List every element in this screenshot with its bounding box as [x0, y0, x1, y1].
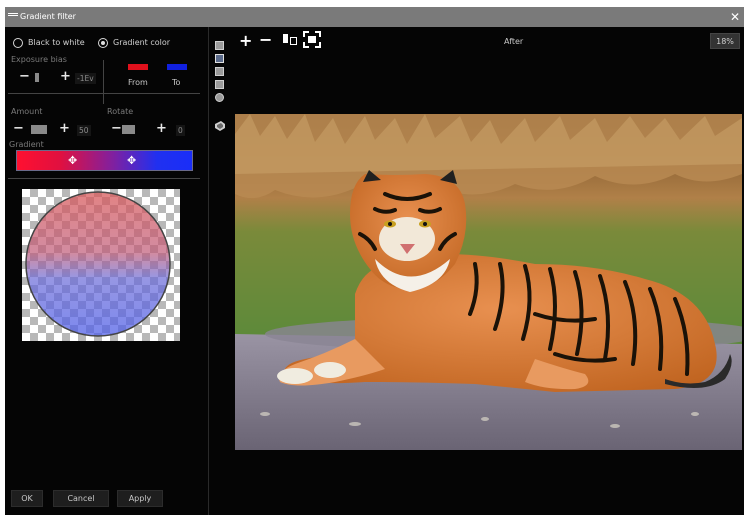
apply-button[interactable]: Apply: [117, 490, 163, 507]
rotate-label: Rotate: [107, 107, 134, 116]
zoom-in-icon[interactable]: +: [239, 31, 252, 50]
rotate-minus-button[interactable]: −: [111, 122, 122, 135]
gradient-label: Gradient: [9, 140, 44, 149]
amount-label: Amount: [11, 107, 43, 116]
exposure-value[interactable]: -1Ev: [75, 73, 96, 84]
view-mode-1-icon[interactable]: [215, 41, 224, 50]
amount-minus-button[interactable]: −: [13, 122, 24, 135]
radio-circle-selected: [98, 37, 108, 48]
divider: [103, 60, 104, 104]
rotate-plus-button[interactable]: +: [156, 122, 167, 135]
tiger-image: [235, 114, 742, 450]
image-view: + − After 18%: [229, 27, 744, 515]
radio-black-to-white[interactable]: Black to white: [13, 37, 85, 48]
stamp-icon[interactable]: [214, 120, 226, 132]
zoom-level[interactable]: 18%: [710, 33, 740, 49]
divider: [8, 93, 200, 94]
actual-size-icon[interactable]: [282, 32, 298, 47]
exposure-slider[interactable]: [35, 73, 39, 82]
amount-slider[interactable]: [31, 125, 47, 134]
view-mode-3-icon[interactable]: [215, 67, 224, 76]
radio-label: Gradient color: [113, 38, 171, 47]
gradient-stop-from-handle[interactable]: ✥: [68, 155, 77, 166]
from-color-swatch[interactable]: [128, 64, 148, 70]
fit-to-window-icon[interactable]: [303, 31, 321, 48]
exposure-bias-label: Exposure bias: [11, 55, 67, 64]
panel-divider: [208, 27, 209, 515]
gradient-preview: [22, 189, 180, 341]
gradient-preview-circle: [25, 191, 171, 337]
radio-label: Black to white: [28, 38, 85, 47]
exposure-plus-button[interactable]: +: [60, 70, 71, 83]
window-menu-icon: [8, 13, 18, 21]
rotate-slider[interactable]: [122, 125, 135, 134]
radio-gradient-color[interactable]: Gradient color: [98, 37, 170, 48]
amount-plus-button[interactable]: +: [59, 122, 70, 135]
from-label: From: [128, 78, 148, 87]
gradient-filter-window: Gradient filter ✕ Black to white Gradien…: [5, 7, 744, 515]
amount-value[interactable]: 50: [77, 125, 91, 136]
radio-circle: [13, 37, 23, 48]
view-mode-strip: [211, 27, 228, 515]
view-label: After: [504, 37, 524, 46]
gradient-bar[interactable]: ✥ ✥: [16, 150, 193, 171]
to-label: To: [172, 78, 181, 87]
view-mode-5-icon[interactable]: [215, 93, 224, 102]
zoom-out-icon[interactable]: −: [259, 30, 272, 49]
close-icon[interactable]: ✕: [730, 10, 740, 24]
rotate-value[interactable]: 0: [176, 125, 185, 136]
window-title: Gradient filter: [20, 12, 76, 21]
tiger-photo: [235, 114, 742, 450]
cancel-button[interactable]: Cancel: [53, 490, 109, 507]
view-mode-4-icon[interactable]: [215, 80, 224, 89]
title-bar: Gradient filter ✕: [5, 7, 744, 27]
to-color-swatch[interactable]: [167, 64, 187, 70]
settings-panel: Black to white Gradient color Exposure b…: [5, 27, 205, 515]
view-mode-2-icon[interactable]: [215, 54, 224, 63]
divider: [8, 178, 200, 179]
ok-button[interactable]: OK: [11, 490, 43, 507]
exposure-minus-button[interactable]: −: [19, 70, 30, 83]
gradient-stop-to-handle[interactable]: ✥: [127, 155, 136, 166]
